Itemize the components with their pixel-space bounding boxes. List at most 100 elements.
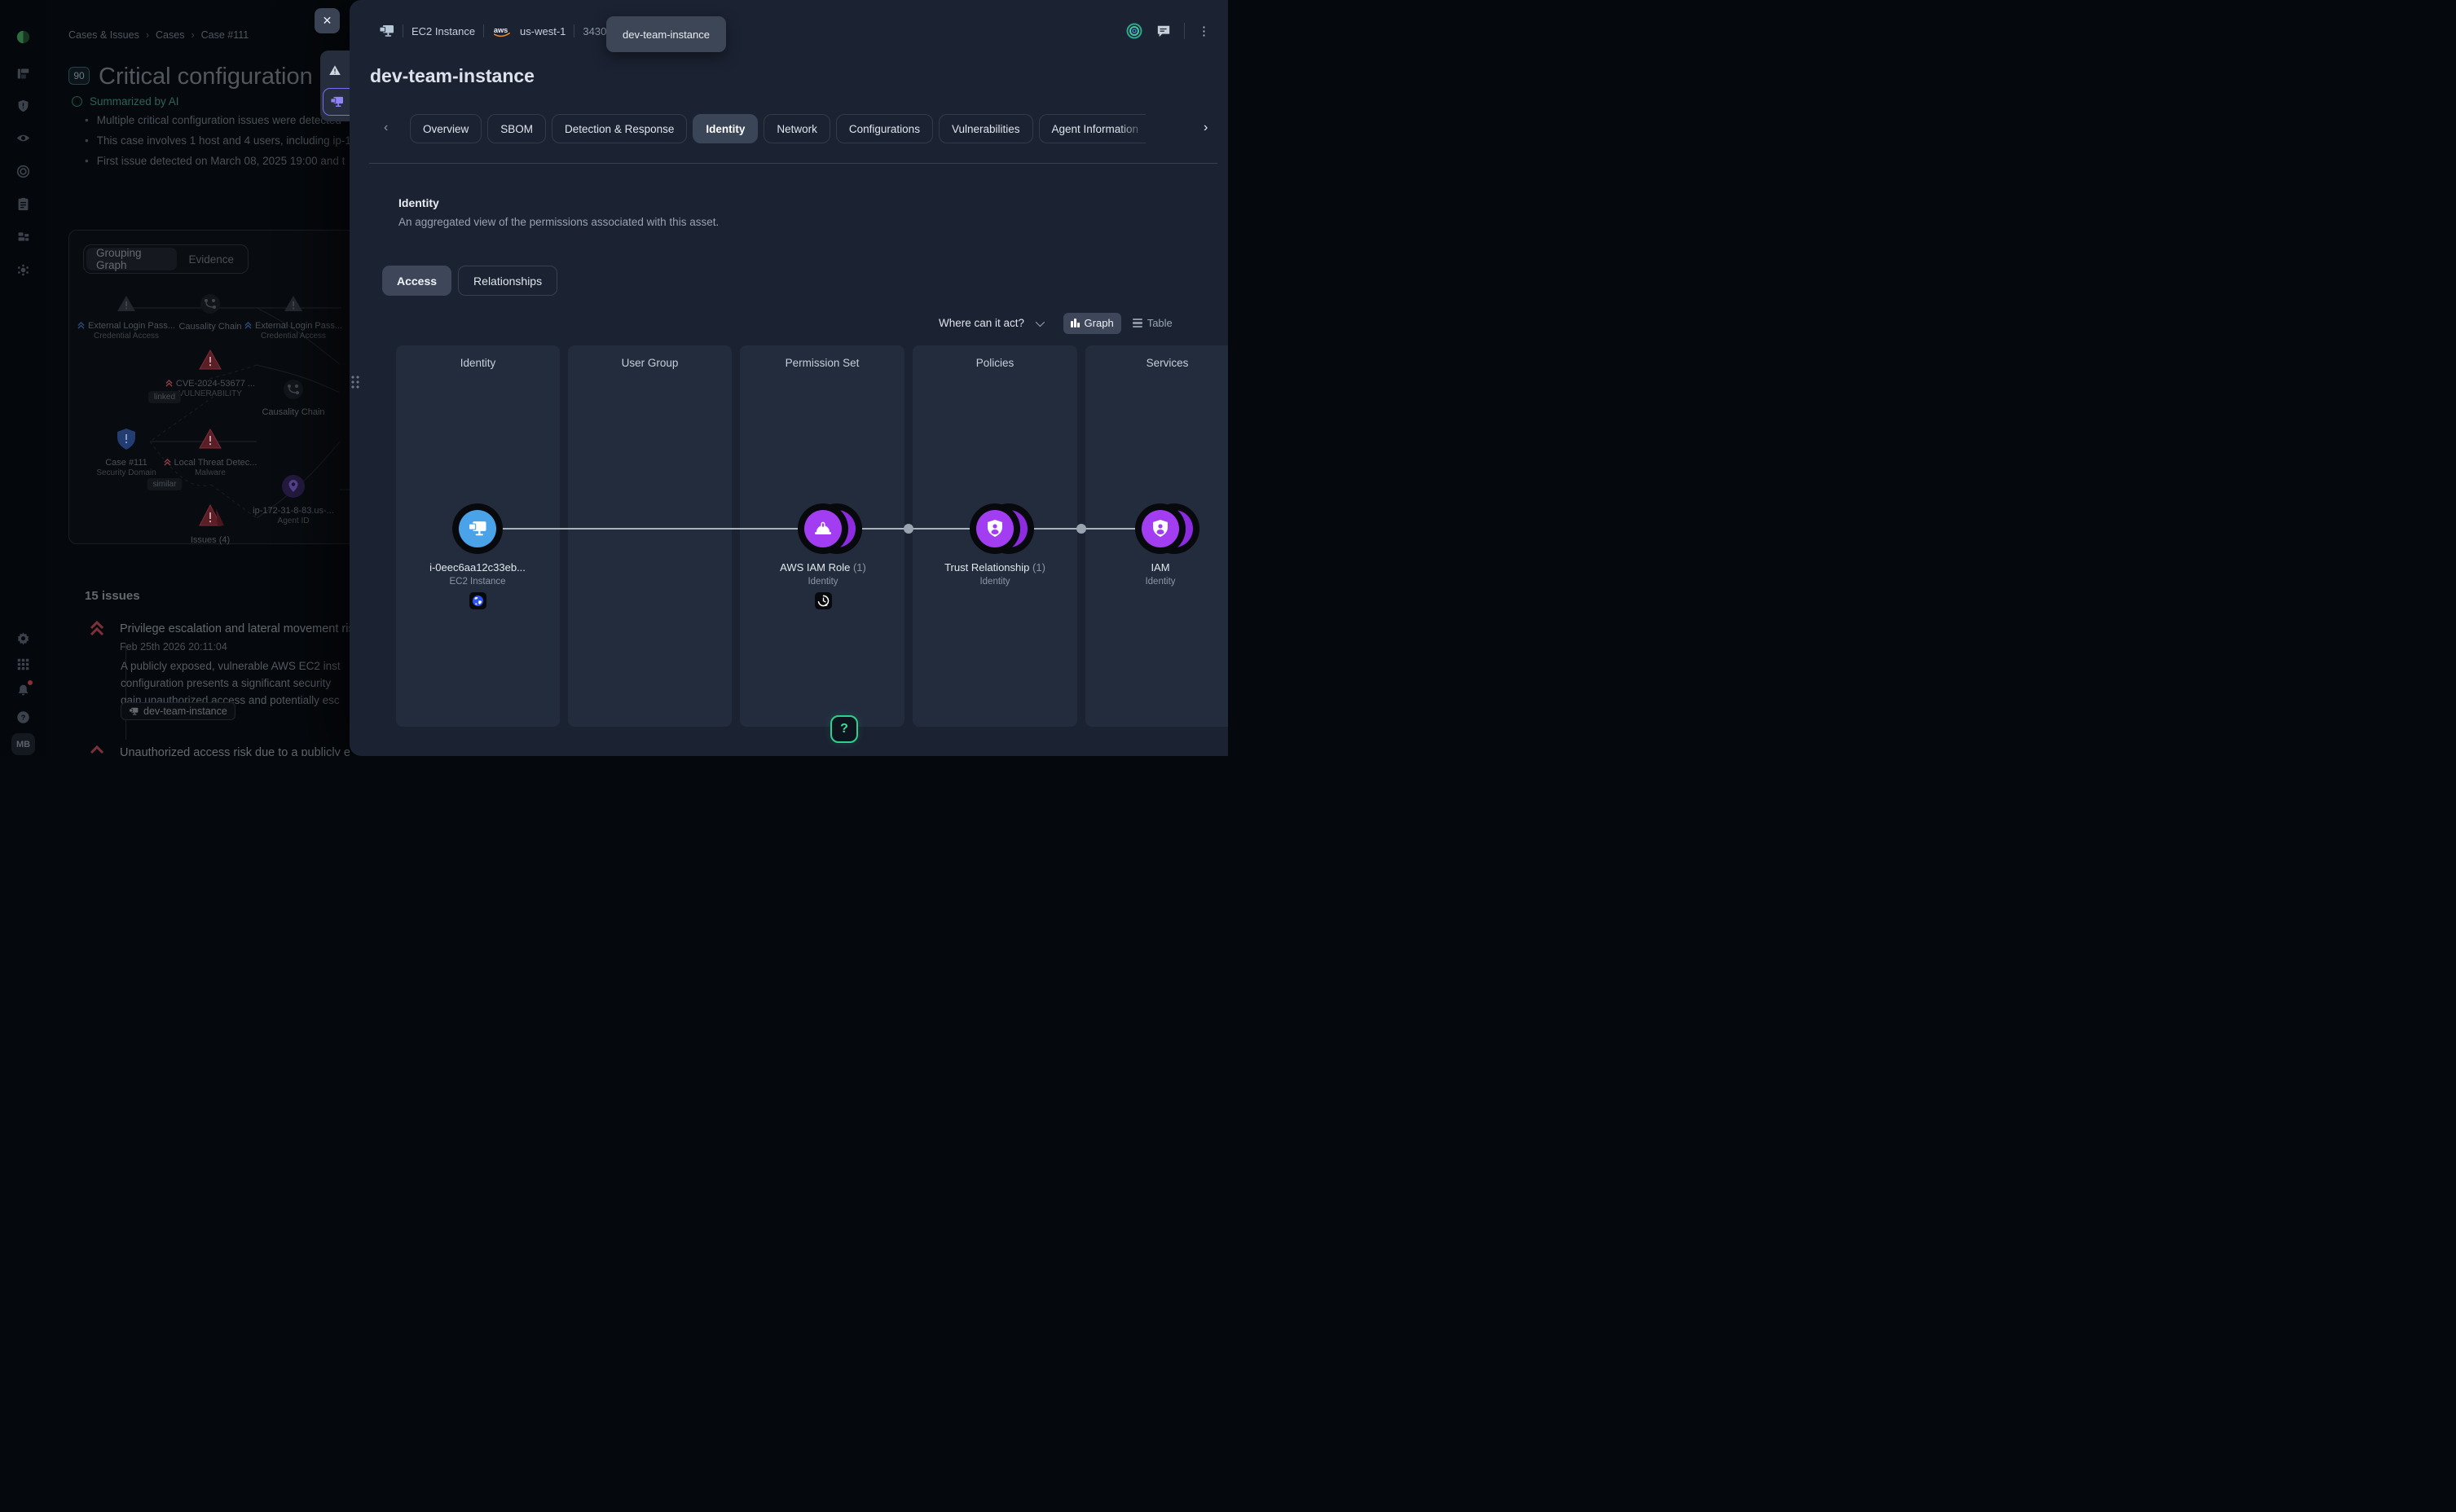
sidebar-item-threat-spider[interactable] [16,262,31,277]
sidebar-item-shield-alert[interactable] [16,99,31,113]
panel-resize-handle[interactable] [350,375,360,389]
issue-desc-line: A publicly exposed, vulnerable AWS EC2 i… [121,660,341,672]
edge-label-linked: linked [148,391,181,403]
sidebar-item-clipboard[interactable] [16,196,31,211]
app-root: ? MB Cases & Issues › Cases › Case #111 … [0,0,1228,756]
svg-text:?: ? [21,713,26,721]
settings-gear-icon[interactable] [16,631,31,645]
temporary-credential-badge: z [815,592,832,609]
breadcrumb: Cases & Issues › Cases › Case #111 [68,29,249,41]
breadcrumb-cases[interactable]: Cases [156,29,184,41]
chat-icon[interactable] [1156,24,1171,38]
graph-node-issues[interactable]: Issues (4) [145,503,275,545]
apps-grid-icon[interactable] [16,657,31,671]
sidebar-item-boards[interactable] [16,66,31,81]
ai-bullet: Multiple critical configuration issues w… [85,114,341,126]
tab-vulnerabilities[interactable]: Vulnerabilities [939,114,1033,143]
monitor-icon [129,707,139,716]
ai-bullet: First issue detected on March 08, 2025 1… [85,155,345,167]
toggle-access[interactable]: Access [382,266,451,296]
tab-sbom[interactable]: SBOM [487,114,546,143]
ai-bullet: This case involves 1 host and 4 users, i… [85,134,350,147]
backdrop-page: Cases & Issues › Cases › Case #111 90 Cr… [46,0,350,756]
monitor-icon [379,24,394,38]
svg-text:aws: aws [494,26,508,34]
severity-critical-icon [90,621,104,636]
shield-user-icon [986,519,1004,538]
close-panel-button[interactable]: ✕ [315,8,340,33]
issues-count-header: 15 issues [85,589,140,603]
tabs-scroll-left[interactable]: ‹ [384,121,388,135]
issue-title[interactable]: Privilege escalation and lateral movemen… [120,622,350,635]
tab-agent-information[interactable]: Agent Information [1039,114,1146,143]
breadcrumb-sep-icon: › [191,29,194,41]
asset-region-label: us-west-1 [520,25,566,37]
graph-node-external-login-2[interactable]: External Login Pass... Credential Access [228,294,350,341]
brand-logo-icon[interactable] [16,29,31,44]
node-iam[interactable]: IAM Identity [1071,503,1228,587]
sidebar-item-blocks[interactable] [16,229,31,244]
globe-icon [472,595,484,607]
ai-summary-label: Summarized by AI [72,95,179,108]
tabs-divider [369,163,1217,164]
node-trust-relationship[interactable]: Trust Relationship (1) Identity [905,503,1085,587]
more-menu-icon[interactable]: ⋮ [1198,24,1210,38]
asset-type-label: EC2 Instance [412,25,475,37]
divider [1184,23,1185,39]
panel-actions: ⋮ [1125,22,1210,40]
monitor-icon [330,96,344,108]
tab-overview[interactable]: Overview [410,114,482,143]
view-table-button[interactable]: Table [1133,317,1173,329]
node-ec2-instance[interactable]: i-0eec6aa12c33eb... EC2 Instance [388,503,567,609]
tab-configurations[interactable]: Configurations [836,114,933,143]
tab-detection-response[interactable]: Detection & Response [552,114,687,143]
close-icon: ✕ [323,14,332,28]
notifications-bell-icon[interactable] [16,683,31,697]
tab-network[interactable]: Network [764,114,830,143]
access-relationships-toggle: Access Relationships [382,266,557,296]
clock-snooze-icon: z [817,595,830,607]
sidebar-item-target[interactable] [16,164,31,178]
tab-fade [1118,115,1146,143]
dock-tab-asset[interactable] [323,88,350,116]
column-user-group: User Group [568,345,732,727]
tab-identity[interactable]: Identity [693,114,758,143]
breadcrumb-cases-issues[interactable]: Cases & Issues [68,29,139,41]
scope-dropdown[interactable]: Where can it act? [939,317,1024,329]
aws-logo-icon: aws [492,24,512,37]
view-graph-button[interactable]: Graph [1063,313,1121,334]
chevron-down-icon [1036,317,1045,326]
dock-tab-alerts[interactable] [323,56,347,84]
asset-name-tooltip: dev-team-instance [606,16,726,52]
sidebar-item-eye[interactable] [16,130,31,145]
hard-hat-icon [813,521,833,537]
section-description: An aggregated view of the permissions as… [398,216,719,228]
node-aws-iam-role[interactable]: AWS IAM Role (1) Identity z [733,503,913,609]
issue-title[interactable]: Unauthorized access risk due to a public… [120,746,350,756]
graph-help-button[interactable]: ? [830,715,858,743]
issues-connector-line [125,644,126,740]
monitor-icon [468,521,487,538]
shield-user-icon [1151,519,1169,538]
help-circle-icon[interactable]: ? [16,710,31,724]
graph-node-causality-chain-2[interactable]: Causality Chain [228,379,350,417]
asset-header: EC2 Instance aws us-west-1 343059098 [379,22,636,40]
left-sidebar: ? MB [0,0,46,756]
case-score-badge: 90 [68,67,90,85]
panel-side-dock [320,51,350,121]
toggle-relationships[interactable]: Relationships [458,266,557,296]
severity-critical-icon [90,745,104,756]
issue-asset-tag[interactable]: dev-team-instance [121,702,235,720]
edge-label-similar: similar [147,478,183,490]
internet-exposure-badge [469,592,486,609]
ai-radar-icon[interactable] [1125,22,1143,40]
bar-chart-icon [1071,319,1080,327]
table-rows-icon [1133,319,1142,328]
tabs-scroll-right[interactable]: › [1204,121,1208,135]
asset-title: dev-team-instance [370,65,535,87]
notification-dot [28,680,33,685]
user-avatar[interactable]: MB [11,733,35,755]
graph-node-local-threat[interactable]: Local Threat Detec... Malware [145,428,275,477]
case-title: Critical configuration [99,64,313,90]
breadcrumb-sep-icon: › [146,29,149,41]
